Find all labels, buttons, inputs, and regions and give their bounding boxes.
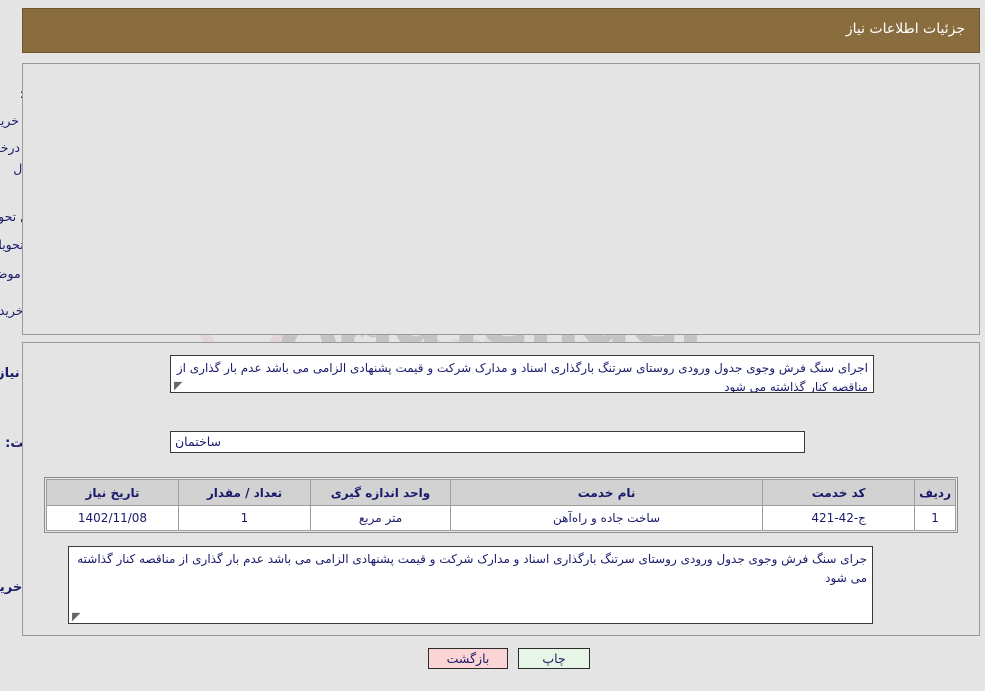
cell-name: ساخت جاده و راه‌آهن — [449, 505, 764, 531]
th-name: نام خدمت — [449, 479, 764, 506]
cell-code: ج-42-421 — [762, 505, 916, 531]
services-table-wrap: ردیف کد خدمت نام خدمت واحد اندازه گیری ت… — [44, 477, 958, 533]
page-header: جزئیات اطلاعات نیاز — [22, 8, 980, 53]
service-group-value: ساختمان — [170, 431, 805, 453]
th-code: کد خدمت — [762, 479, 916, 506]
resize-grip-icon[interactable]: ◥ — [174, 379, 184, 392]
table-row: 1 ج-42-421 ساخت جاده و راه‌آهن متر مربع … — [46, 505, 956, 531]
services-table: ردیف کد خدمت نام خدمت واحد اندازه گیری ت… — [46, 479, 956, 531]
cell-date: 1402/11/08 — [46, 505, 179, 531]
print-button[interactable]: چاپ — [518, 648, 590, 669]
th-unit: واحد اندازه گیری — [310, 479, 451, 506]
need-info-panel — [22, 63, 980, 335]
summary-value: اجرای سنگ فرش وجوی جدول ورودی روستای سرت… — [176, 361, 868, 393]
resize-grip-icon-2[interactable]: ◥ — [72, 610, 82, 623]
th-date: تاریخ نیاز — [46, 479, 179, 506]
page-title: جزئیات اطلاعات نیاز — [845, 21, 965, 37]
back-button[interactable]: بازگشت — [428, 648, 508, 669]
table-header-row: ردیف کد خدمت نام خدمت واحد اندازه گیری ت… — [46, 479, 956, 506]
summary-textarea[interactable]: اجرای سنگ فرش وجوی جدول ورودی روستای سرت… — [170, 355, 874, 393]
cell-row: 1 — [914, 505, 956, 531]
cell-unit: متر مربع — [310, 505, 451, 531]
page-root: Wimatecn.ne AriaTender .net جزئیات اطلاع… — [0, 0, 985, 691]
th-qty: تعداد / مقدار — [178, 479, 311, 506]
th-row: ردیف — [914, 479, 956, 506]
cell-qty: 1 — [178, 505, 311, 531]
buyer-notes-textarea[interactable]: جرای سنگ فرش وجوی جدول ورودی روستای سرتن… — [68, 546, 873, 624]
buyer-notes-value: جرای سنگ فرش وجوی جدول ورودی روستای سرتن… — [77, 552, 867, 585]
